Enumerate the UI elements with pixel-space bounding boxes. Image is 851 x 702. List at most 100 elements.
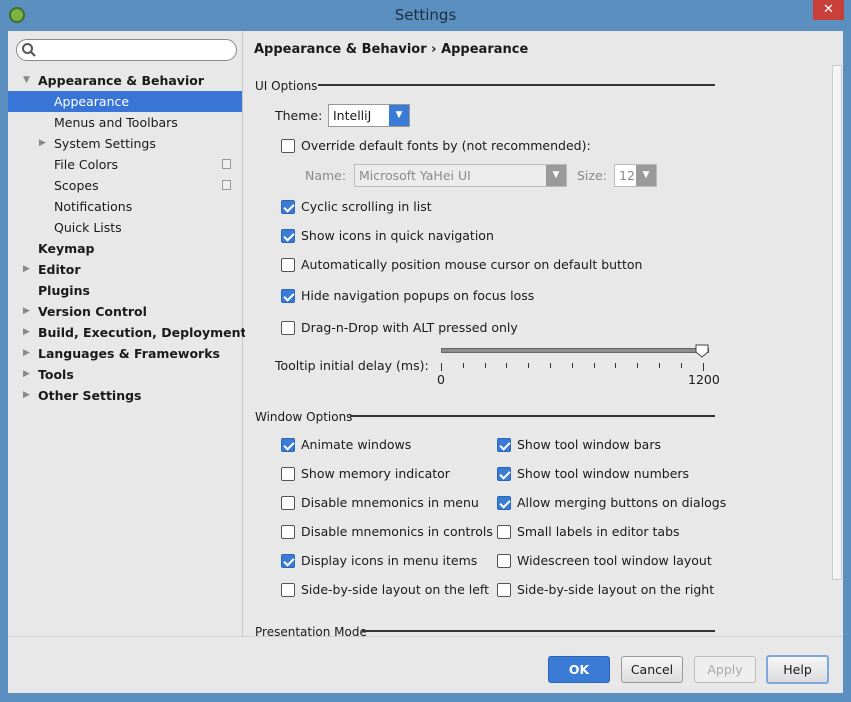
expand-arrow-right-icon[interactable]: ▶: [23, 385, 30, 406]
expand-arrow-right-icon[interactable]: ▶: [39, 133, 46, 154]
font-size-value: 12: [619, 168, 635, 183]
section-divider: [350, 415, 715, 417]
checkbox-box[interactable]: [281, 321, 295, 335]
checkbox-box[interactable]: [281, 289, 295, 303]
expand-arrow-right-icon[interactable]: ▶: [23, 301, 30, 322]
cancel-button[interactable]: Cancel: [621, 656, 683, 683]
tree-item-appearance-behavior[interactable]: ▼ Appearance & Behavior: [8, 70, 242, 91]
font-name-value: Microsoft YaHei UI: [359, 168, 471, 183]
checkbox-label: Small labels in editor tabs: [517, 524, 680, 539]
font-name-label: Name:: [305, 168, 347, 183]
checkbox-label: Side-by-side layout on the right: [517, 582, 715, 597]
font-size-label: Size:: [577, 168, 607, 183]
window-options-title: Window Options: [255, 410, 353, 424]
tree-item-label: Build, Execution, Deployment: [38, 325, 247, 340]
checkbox-box[interactable]: [497, 583, 511, 597]
checkbox-box[interactable]: [497, 438, 511, 452]
ok-button[interactable]: OK: [548, 656, 610, 683]
checkbox-box[interactable]: [497, 554, 511, 568]
checkbox-box[interactable]: [281, 525, 295, 539]
tree-item-label: Appearance & Behavior: [38, 73, 204, 88]
expand-arrow-right-icon[interactable]: ▶: [23, 343, 30, 364]
tree-item-scopes[interactable]: Scopes: [8, 175, 242, 196]
checkbox-box[interactable]: [281, 139, 295, 153]
expand-arrow-right-icon[interactable]: ▶: [23, 364, 30, 385]
tree-item-system-settings[interactable]: ▶ System Settings: [8, 133, 242, 154]
slider-tick: [702, 363, 704, 371]
slider-tick: [637, 363, 639, 368]
tree-item-label: Editor: [38, 262, 81, 277]
apply-button[interactable]: Apply: [694, 656, 756, 683]
project-scope-icon: [222, 180, 231, 190]
checkbox-box[interactable]: [281, 258, 295, 272]
checkbox-label: Automatically position mouse cursor on d…: [301, 257, 643, 272]
tree-item-keymap[interactable]: Keymap: [8, 238, 242, 259]
tree-item-label: Tools: [38, 367, 74, 382]
theme-label: Theme:: [275, 108, 323, 123]
checkbox-box[interactable]: [497, 496, 511, 510]
ui-options-title: UI Options: [255, 79, 318, 93]
expand-arrow-right-icon[interactable]: ▶: [23, 259, 30, 280]
vertical-scrollbar[interactable]: [832, 65, 842, 580]
checkbox-box[interactable]: [281, 583, 295, 597]
slider-min-label: 0: [437, 372, 445, 387]
section-divider: [362, 630, 715, 632]
expand-arrow-down-icon[interactable]: ▼: [23, 70, 30, 91]
tree-item-build-execution-deployment[interactable]: ▶ Build, Execution, Deployment: [8, 322, 246, 343]
tree-item-version-control[interactable]: ▶ Version Control: [8, 301, 242, 322]
checkbox-box[interactable]: [281, 554, 295, 568]
checkbox-box[interactable]: [281, 229, 295, 243]
chevron-down-icon: ▼: [546, 165, 566, 186]
checkbox-box[interactable]: [281, 467, 295, 481]
checkbox-label: Widescreen tool window layout: [517, 553, 712, 568]
tree-item-appearance[interactable]: Appearance: [8, 91, 242, 112]
checkbox-label: Disable mnemonics in menu: [301, 495, 479, 510]
theme-dropdown[interactable]: IntelliJ ▼: [328, 104, 410, 127]
checkbox-label: Show tool window bars: [517, 437, 661, 452]
tree-item-tools[interactable]: ▶ Tools: [8, 364, 242, 385]
help-button[interactable]: Help: [766, 655, 829, 684]
tree-item-languages-frameworks[interactable]: ▶ Languages & Frameworks: [8, 343, 242, 364]
breadcrumb-separator: ›: [431, 42, 437, 57]
search-input[interactable]: [16, 39, 237, 61]
tree-item-label: Languages & Frameworks: [38, 346, 220, 361]
tree-item-quick-lists[interactable]: Quick Lists: [8, 217, 242, 238]
checkbox-box[interactable]: [497, 467, 511, 481]
tree-item-label: Keymap: [38, 241, 95, 256]
checkbox-box[interactable]: [497, 525, 511, 539]
tree-item-label: Quick Lists: [54, 220, 122, 235]
expand-arrow-right-icon[interactable]: ▶: [23, 322, 30, 343]
checkbox-label: Show tool window numbers: [517, 466, 690, 481]
tree-item-plugins[interactable]: Plugins: [8, 280, 242, 301]
slider-tick: [659, 363, 660, 368]
tree-item-other-settings[interactable]: ▶ Other Settings: [8, 385, 242, 406]
breadcrumb: Appearance & Behavior › Appearance: [254, 42, 528, 57]
checkbox-label: Disable mnemonics in controls: [301, 524, 493, 539]
tree-item-file-colors[interactable]: File Colors: [8, 154, 242, 175]
slider-max-label: 1200: [688, 372, 720, 387]
checkbox-label: Show icons in quick navigation: [301, 228, 494, 243]
tree-item-menus-and-toolbars[interactable]: Menus and Toolbars: [8, 112, 242, 133]
tree-item-editor[interactable]: ▶ Editor: [8, 259, 242, 280]
tooltip-delay-slider-track[interactable]: [441, 348, 709, 353]
breadcrumb-current: Appearance: [441, 42, 529, 57]
tooltip-delay-label: Tooltip initial delay (ms):: [275, 358, 429, 373]
tree-item-label: System Settings: [54, 136, 156, 151]
window-title: Settings: [394, 6, 457, 24]
checkbox-box[interactable]: [281, 496, 295, 510]
tree-item-label: Version Control: [38, 304, 147, 319]
font-size-dropdown[interactable]: 12 ▼: [614, 164, 657, 187]
theme-value: IntelliJ: [333, 108, 372, 123]
checkbox-box[interactable]: [281, 200, 295, 214]
checkbox-label: Show memory indicator: [301, 466, 450, 481]
checkbox-box[interactable]: [281, 438, 295, 452]
chevron-down-icon: ▼: [636, 165, 656, 186]
close-button[interactable]: ✕: [813, 0, 844, 20]
slider-thumb[interactable]: [695, 344, 709, 358]
checkbox-label: Side-by-side layout on the left: [301, 582, 490, 597]
tree-item-label: File Colors: [54, 157, 119, 172]
search-field[interactable]: [39, 42, 229, 58]
font-name-dropdown[interactable]: Microsoft YaHei UI ▼: [354, 164, 567, 187]
tree-item-label: Appearance: [54, 94, 130, 109]
tree-item-notifications[interactable]: Notifications: [8, 196, 242, 217]
